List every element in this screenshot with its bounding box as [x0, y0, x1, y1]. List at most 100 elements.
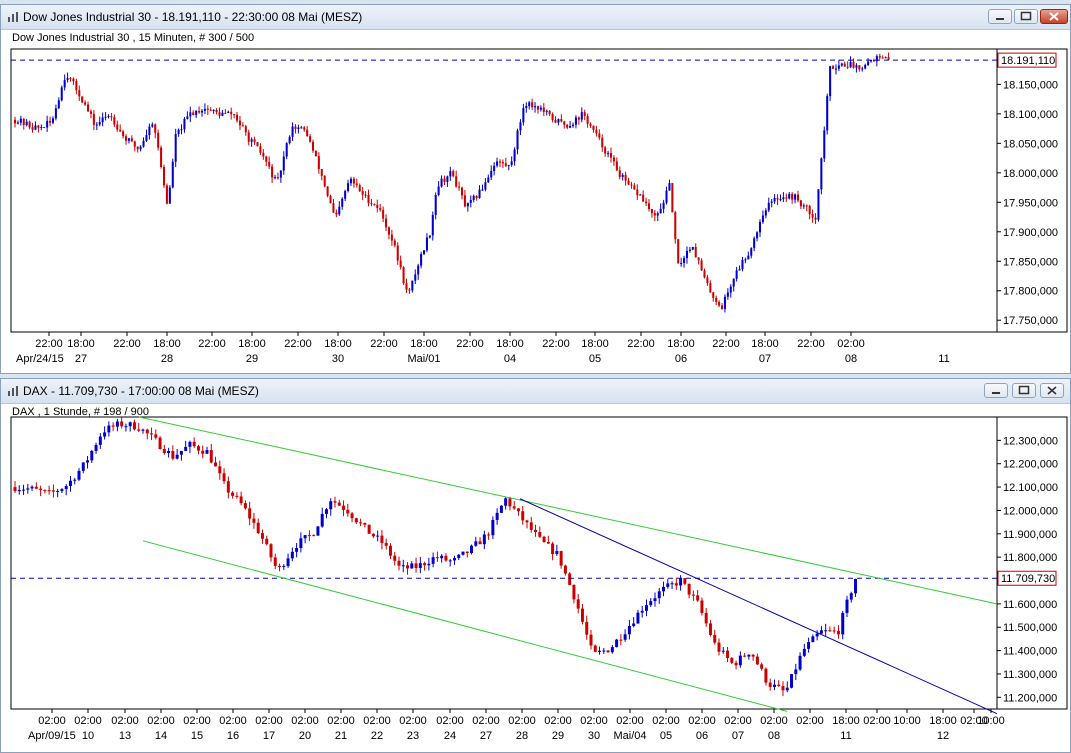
candle-body: [89, 111, 92, 114]
candle-body: [712, 292, 715, 298]
candle-body: [659, 208, 662, 214]
candle-body: [77, 470, 81, 480]
candle-body: [238, 120, 241, 126]
candle-body: [390, 234, 393, 241]
x-time-label: 22:00: [456, 338, 484, 350]
candle-body: [265, 538, 269, 545]
candle-body: [107, 425, 111, 433]
candle-body: [346, 509, 350, 514]
current-price-label: 11.709,730: [1001, 573, 1055, 585]
x-time-label: 02:00: [724, 715, 752, 727]
candle-body: [802, 648, 806, 656]
candle-body: [592, 125, 595, 130]
candle-body: [510, 161, 513, 165]
x-date-label: 10: [82, 730, 94, 742]
x-date-label: 22: [371, 730, 383, 742]
candle-body: [639, 194, 642, 196]
candle-body: [465, 551, 469, 554]
x-date-label: 12: [937, 730, 949, 742]
x-time-label: 02:00: [74, 715, 102, 727]
y-tick-label: 18.150,000: [1003, 79, 1058, 91]
candle-body: [700, 260, 703, 271]
candle-body: [528, 102, 531, 106]
x-time-label: 18:00: [324, 338, 352, 350]
x-time-label: 02:00: [837, 338, 865, 350]
candle-body: [250, 139, 253, 142]
candle-body: [491, 519, 495, 536]
x-date-label: 29: [246, 353, 258, 365]
candle-body: [127, 138, 130, 141]
candle-body: [427, 563, 431, 566]
candle-body: [755, 656, 759, 665]
candle-body: [303, 127, 306, 130]
x-time-label: 02:00: [147, 715, 175, 727]
candle-body: [350, 513, 354, 519]
candle-body: [525, 105, 528, 109]
y-tick-label: 11.900,000: [1003, 529, 1057, 541]
candle-body: [852, 61, 855, 68]
candle-body: [247, 132, 250, 142]
candle-body: [653, 598, 657, 602]
candle-body: [461, 551, 465, 555]
candle-body: [359, 522, 363, 524]
candle-body: [326, 186, 329, 196]
candle-body: [794, 194, 797, 200]
x-date-label: 06: [675, 353, 687, 365]
candle-body: [431, 557, 435, 564]
candle-body: [81, 96, 84, 103]
candle-body: [887, 57, 890, 60]
x-date-label: 29: [552, 730, 564, 742]
current-price-label: 18.191,110: [1001, 55, 1055, 67]
candle-body: [674, 212, 677, 240]
candle-body: [791, 193, 794, 200]
candle-body: [431, 214, 434, 236]
candle-body: [200, 110, 204, 113]
candle-body: [808, 205, 811, 215]
candle-body: [687, 583, 691, 595]
x-time-label: 02:00: [219, 715, 247, 727]
x-date-label: 14: [155, 730, 167, 742]
candle-body: [840, 63, 843, 66]
candle-body: [490, 170, 493, 178]
candle-body: [680, 262, 683, 264]
candle-body: [586, 116, 589, 124]
y-tick-label: 11.400,000: [1003, 646, 1057, 658]
candle-body: [802, 205, 805, 207]
candle-body: [26, 488, 30, 490]
candle-body: [846, 66, 849, 68]
x-time-label: 02:00: [255, 715, 283, 727]
candle-body: [440, 178, 443, 187]
candle-body: [482, 534, 486, 545]
candle-body: [370, 203, 373, 205]
candle-body: [186, 116, 189, 119]
candle-body: [411, 280, 414, 291]
x-date-label: 20: [299, 730, 311, 742]
candle-body: [177, 129, 180, 134]
candle-body: [475, 195, 478, 199]
candle-body: [828, 630, 832, 632]
candle-body: [37, 125, 40, 128]
y-tick-label: 12.100,000: [1003, 482, 1058, 494]
candle-body: [469, 200, 472, 203]
candle-body: [799, 200, 802, 207]
candle-body: [493, 165, 496, 171]
dax-chart[interactable]: 11.200,000 11.300,000 11.400,000 11.500,000…: [1, 379, 1070, 752]
candle-body: [278, 565, 282, 567]
candle-body: [226, 481, 230, 493]
candle-body: [512, 506, 516, 509]
candle-body: [640, 610, 644, 613]
candle-body: [28, 121, 31, 128]
candle-body: [276, 177, 279, 179]
candle-body: [40, 127, 43, 129]
x-time-label: 02:00: [652, 715, 680, 727]
candle-body: [694, 246, 697, 258]
candle-body: [855, 65, 858, 68]
candle-body: [864, 65, 867, 69]
candle-body: [273, 557, 277, 566]
x-date-label: 27: [480, 730, 492, 742]
candle-body: [98, 122, 101, 125]
candle-body: [167, 451, 171, 454]
candle-body: [417, 265, 420, 275]
dow-chart[interactable]: 17.750,000 17.800,000 17.850,000 17.900,000…: [1, 5, 1070, 373]
candle-body: [630, 184, 633, 186]
